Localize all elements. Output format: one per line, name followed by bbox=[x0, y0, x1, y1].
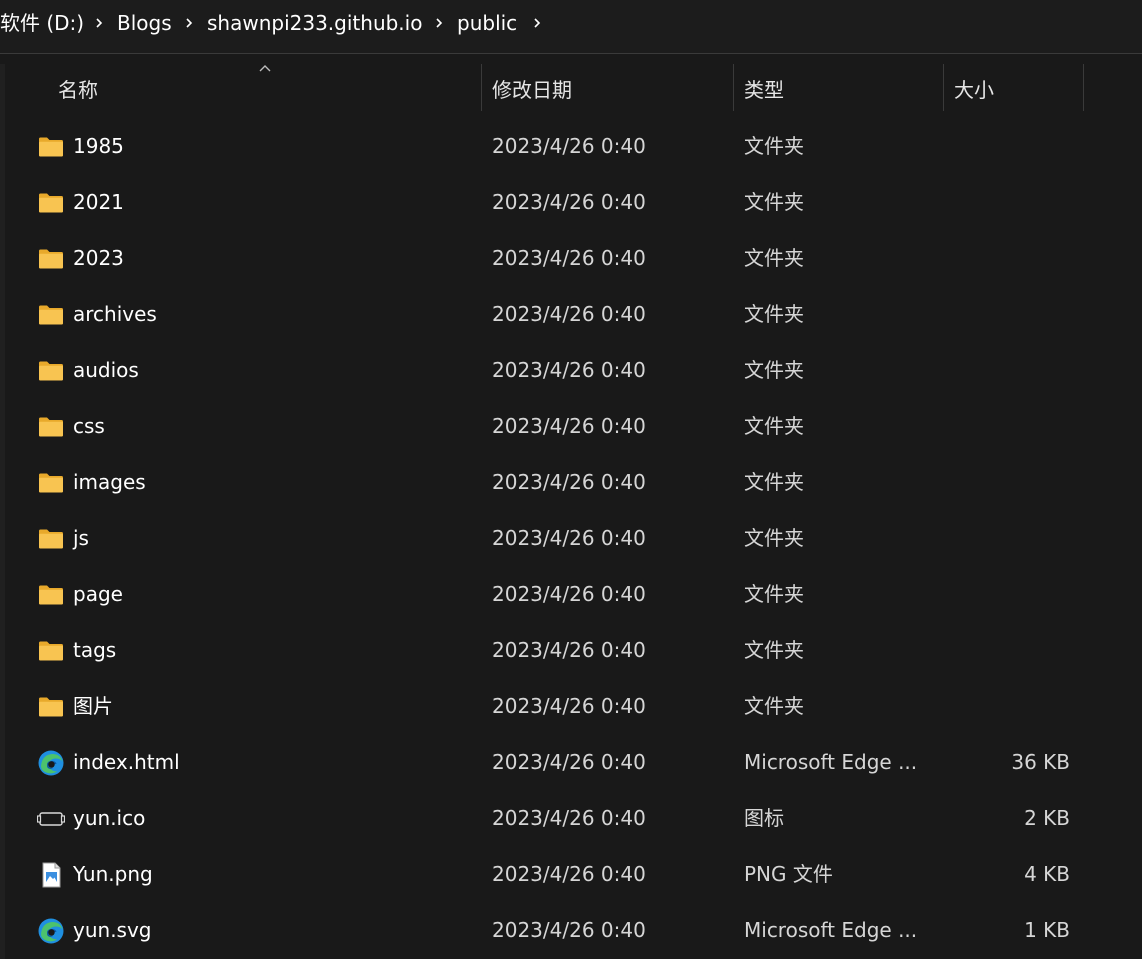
file-name: yun.svg bbox=[73, 918, 152, 942]
folder-icon bbox=[37, 581, 65, 609]
file-row[interactable]: tags 2023/4/26 0:40 文件夹 bbox=[5, 623, 1142, 679]
file-modified-date: 2023/4/26 0:40 bbox=[492, 750, 646, 774]
breadcrumb-item-repo[interactable]: shawnpi233.github.io bbox=[207, 10, 422, 36]
file-type: 文件夹 bbox=[744, 358, 804, 382]
column-divider[interactable] bbox=[481, 64, 482, 111]
folder-icon bbox=[37, 637, 65, 665]
file-row[interactable]: Yun.png 2023/4/26 0:40 PNG 文件 4 KB bbox=[5, 847, 1142, 903]
file-type: 图标 bbox=[744, 806, 784, 830]
column-divider[interactable] bbox=[1083, 64, 1084, 111]
column-header-name[interactable]: 名称 bbox=[58, 77, 98, 103]
edge-icon bbox=[37, 917, 65, 945]
file-modified-date: 2023/4/26 0:40 bbox=[492, 302, 646, 326]
file-name: images bbox=[73, 470, 146, 494]
file-row[interactable]: 2023 2023/4/26 0:40 文件夹 bbox=[5, 231, 1142, 287]
column-header-date[interactable]: 修改日期 bbox=[492, 77, 572, 103]
folder-icon bbox=[37, 301, 65, 329]
file-name: 2021 bbox=[73, 190, 124, 214]
file-size: 36 KB bbox=[1011, 750, 1070, 774]
file-name: archives bbox=[73, 302, 157, 326]
file-type: 文件夹 bbox=[744, 134, 804, 158]
file-name: audios bbox=[73, 358, 139, 382]
file-type: 文件夹 bbox=[744, 582, 804, 606]
file-row[interactable]: audios 2023/4/26 0:40 文件夹 bbox=[5, 343, 1142, 399]
column-divider[interactable] bbox=[943, 64, 944, 111]
file-row[interactable]: 1985 2023/4/26 0:40 文件夹 bbox=[5, 119, 1142, 175]
file-modified-date: 2023/4/26 0:40 bbox=[492, 134, 646, 158]
file-name: 2023 bbox=[73, 246, 124, 270]
file-row[interactable]: page 2023/4/26 0:40 文件夹 bbox=[5, 567, 1142, 623]
address-bar[interactable]: 软件 (D:) Blogs shawnpi233.github.io publi… bbox=[0, 0, 1142, 54]
chevron-right-icon[interactable] bbox=[92, 11, 108, 35]
file-type: 文件夹 bbox=[744, 638, 804, 662]
file-row[interactable]: yun.ico 2023/4/26 0:40 图标 2 KB bbox=[5, 791, 1142, 847]
file-modified-date: 2023/4/26 0:40 bbox=[492, 414, 646, 438]
file-row[interactable]: images 2023/4/26 0:40 文件夹 bbox=[5, 455, 1142, 511]
file-name: 图片 bbox=[73, 694, 113, 718]
file-row[interactable]: index.html 2023/4/26 0:40 Microsoft Edge .… bbox=[5, 735, 1142, 791]
folder-icon bbox=[37, 133, 65, 161]
folder-icon bbox=[37, 245, 65, 273]
file-name: js bbox=[73, 526, 89, 550]
chevron-right-icon[interactable] bbox=[432, 11, 448, 35]
file-modified-date: 2023/4/26 0:40 bbox=[492, 246, 646, 270]
column-header-type[interactable]: 类型 bbox=[744, 77, 784, 103]
file-modified-date: 2023/4/26 0:40 bbox=[492, 694, 646, 718]
file-type: 文件夹 bbox=[744, 526, 804, 550]
file-row[interactable]: 2021 2023/4/26 0:40 文件夹 bbox=[5, 175, 1142, 231]
folder-icon bbox=[37, 693, 65, 721]
file-size: 2 KB bbox=[1024, 806, 1070, 830]
file-modified-date: 2023/4/26 0:40 bbox=[492, 470, 646, 494]
file-modified-date: 2023/4/26 0:40 bbox=[492, 806, 646, 830]
file-name: index.html bbox=[73, 750, 180, 774]
file-size: 4 KB bbox=[1024, 862, 1070, 886]
folder-icon bbox=[37, 413, 65, 441]
file-type: 文件夹 bbox=[744, 694, 804, 718]
file-size: 1 KB bbox=[1024, 918, 1070, 942]
chevron-right-icon[interactable] bbox=[530, 11, 546, 35]
breadcrumb-item-blogs[interactable]: Blogs bbox=[117, 10, 172, 36]
file-type: PNG 文件 bbox=[744, 862, 833, 886]
folder-icon bbox=[37, 469, 65, 497]
file-type: Microsoft Edge ... bbox=[744, 918, 918, 942]
folder-icon bbox=[37, 357, 65, 385]
breadcrumb-item-drive[interactable]: 软件 (D:) bbox=[0, 10, 84, 36]
file-type: 文件夹 bbox=[744, 302, 804, 326]
file-modified-date: 2023/4/26 0:40 bbox=[492, 918, 646, 942]
sort-ascending-caret-icon bbox=[259, 65, 271, 72]
column-header-row: 名称 修改日期 类型 大小 bbox=[0, 64, 1142, 114]
file-name: page bbox=[73, 582, 123, 606]
column-header-size[interactable]: 大小 bbox=[954, 77, 994, 103]
file-row[interactable]: archives 2023/4/26 0:40 文件夹 bbox=[5, 287, 1142, 343]
file-row[interactable]: js 2023/4/26 0:40 文件夹 bbox=[5, 511, 1142, 567]
image-file-icon bbox=[37, 861, 65, 889]
breadcrumb-item-public[interactable]: public bbox=[457, 10, 517, 36]
file-name: css bbox=[73, 414, 105, 438]
file-type: Microsoft Edge ... bbox=[744, 750, 918, 774]
file-type: 文件夹 bbox=[744, 470, 804, 494]
file-name: 1985 bbox=[73, 134, 124, 158]
edge-icon bbox=[37, 749, 65, 777]
file-type: 文件夹 bbox=[744, 414, 804, 438]
column-divider[interactable] bbox=[733, 64, 734, 111]
chevron-right-icon[interactable] bbox=[182, 11, 198, 35]
folder-icon bbox=[37, 189, 65, 217]
file-modified-date: 2023/4/26 0:40 bbox=[492, 582, 646, 606]
file-modified-date: 2023/4/26 0:40 bbox=[492, 358, 646, 382]
file-row[interactable]: 图片 2023/4/26 0:40 文件夹 bbox=[5, 679, 1142, 735]
file-name: tags bbox=[73, 638, 117, 662]
file-name: Yun.png bbox=[73, 862, 153, 886]
file-modified-date: 2023/4/26 0:40 bbox=[492, 526, 646, 550]
file-modified-date: 2023/4/26 0:40 bbox=[492, 862, 646, 886]
file-type: 文件夹 bbox=[744, 190, 804, 214]
file-row[interactable]: yun.svg 2023/4/26 0:40 Microsoft Edge ... 1… bbox=[5, 903, 1142, 959]
file-row[interactable]: css 2023/4/26 0:40 文件夹 bbox=[5, 399, 1142, 455]
file-name: yun.ico bbox=[73, 806, 146, 830]
file-modified-date: 2023/4/26 0:40 bbox=[492, 638, 646, 662]
folder-icon bbox=[37, 525, 65, 553]
ico-file-icon bbox=[36, 805, 66, 833]
file-modified-date: 2023/4/26 0:40 bbox=[492, 190, 646, 214]
file-type: 文件夹 bbox=[744, 246, 804, 270]
